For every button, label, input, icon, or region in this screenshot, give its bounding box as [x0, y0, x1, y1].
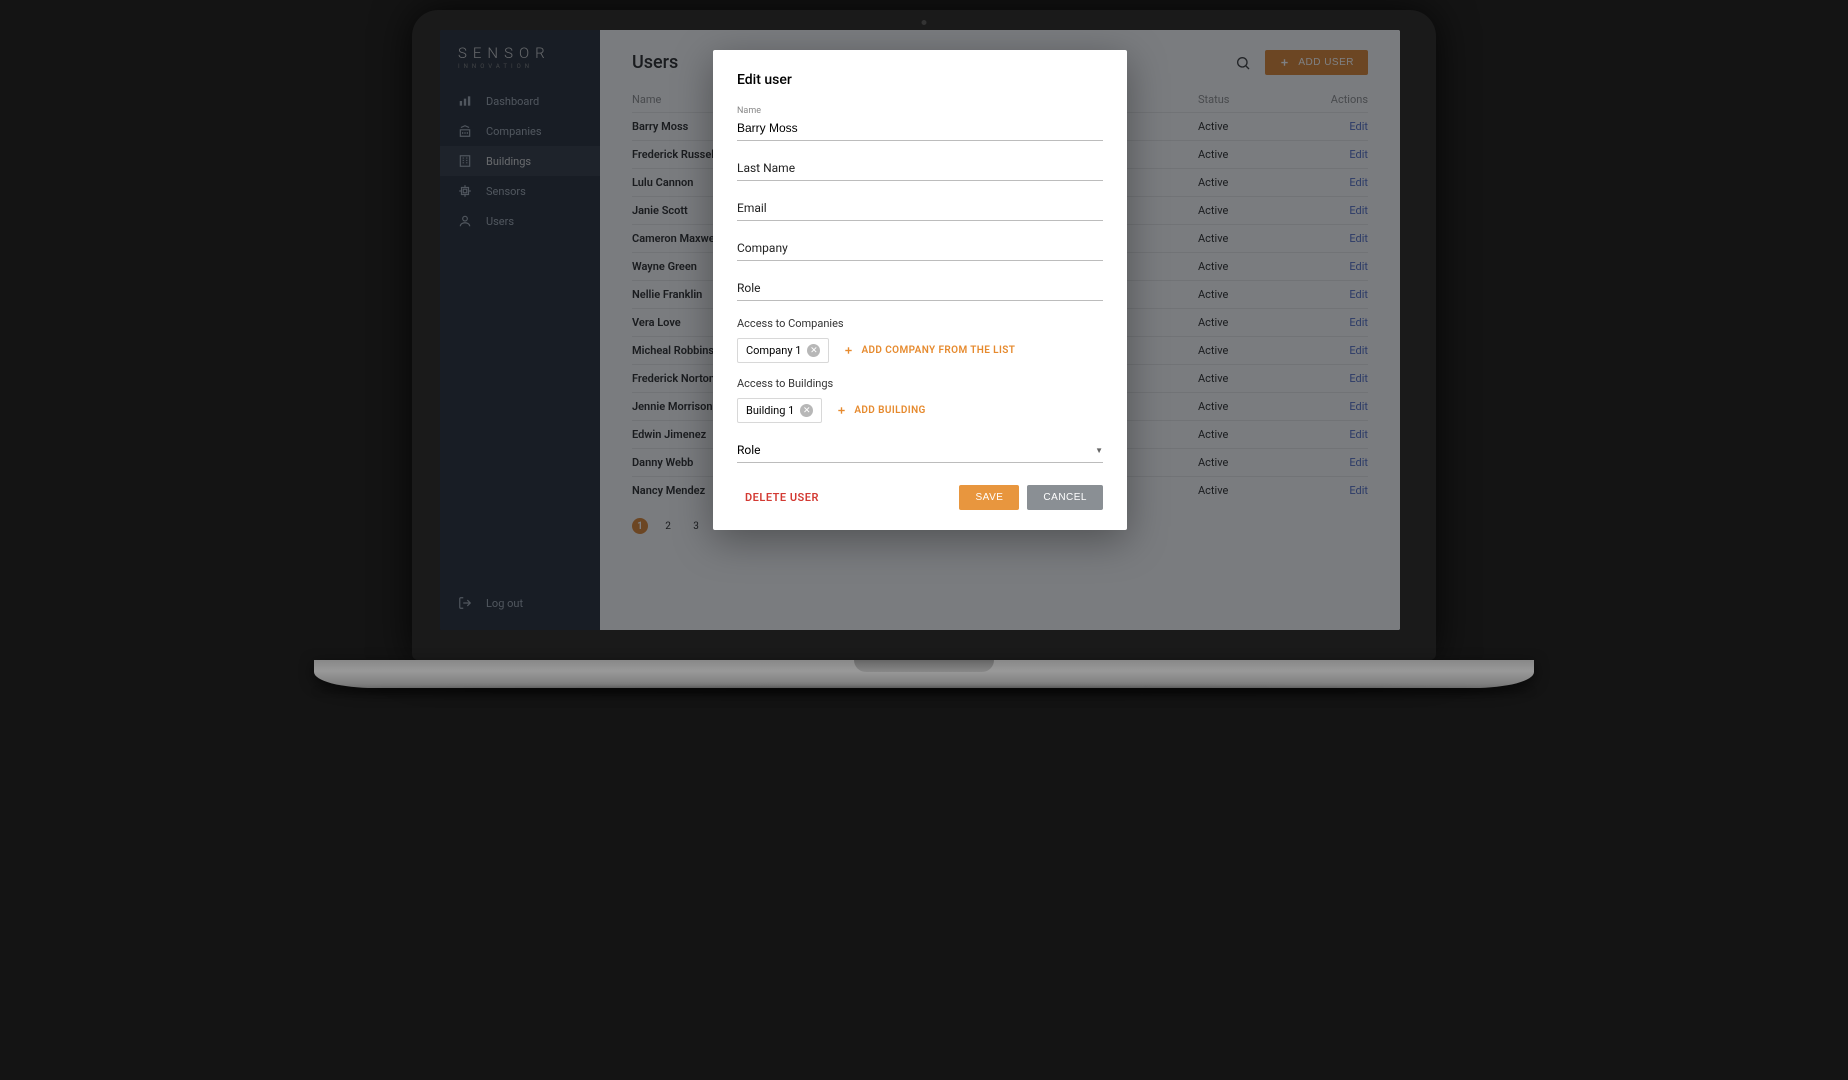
laptop-notch-decoration	[854, 660, 994, 672]
add-building-label: ADD BUILDING	[854, 405, 925, 416]
edit-user-modal: Edit user Name Last Name Email Company R…	[713, 50, 1127, 530]
company-input[interactable]: Company	[737, 237, 1103, 261]
camera-dot	[922, 20, 927, 25]
laptop-base-decoration	[314, 660, 1534, 688]
plus-icon	[836, 405, 847, 416]
add-building-button[interactable]: ADD BUILDING	[836, 405, 925, 416]
save-button[interactable]: SAVE	[959, 485, 1019, 510]
remove-company-icon[interactable]: ✕	[807, 344, 820, 357]
role-input[interactable]: Role	[737, 277, 1103, 301]
plus-icon	[843, 345, 854, 356]
delete-user-button[interactable]: DELETE USER	[737, 491, 819, 504]
companies-section-label: Access to Companies	[737, 317, 1103, 330]
last-name-input[interactable]: Last Name	[737, 157, 1103, 181]
company-chip: Company 1 ✕	[737, 338, 829, 363]
email-input[interactable]: Email	[737, 197, 1103, 221]
buildings-section-label: Access to Buildings	[737, 377, 1103, 390]
add-company-button[interactable]: ADD COMPANY FROM THE LIST	[843, 345, 1015, 356]
name-label: Name	[737, 106, 1103, 116]
company-chip-label: Company 1	[746, 344, 801, 357]
chevron-down-icon: ▼	[1095, 446, 1103, 455]
add-company-label: ADD COMPANY FROM THE LIST	[861, 345, 1015, 356]
remove-building-icon[interactable]: ✕	[800, 404, 813, 417]
building-chip: Building 1 ✕	[737, 398, 822, 423]
name-input[interactable]	[737, 117, 1103, 141]
cancel-button[interactable]: CANCEL	[1027, 485, 1103, 510]
role-select[interactable]: Role ▼	[737, 439, 1103, 463]
building-chip-label: Building 1	[746, 404, 794, 417]
modal-title: Edit user	[737, 72, 1103, 88]
role-select-label: Role	[737, 443, 761, 457]
